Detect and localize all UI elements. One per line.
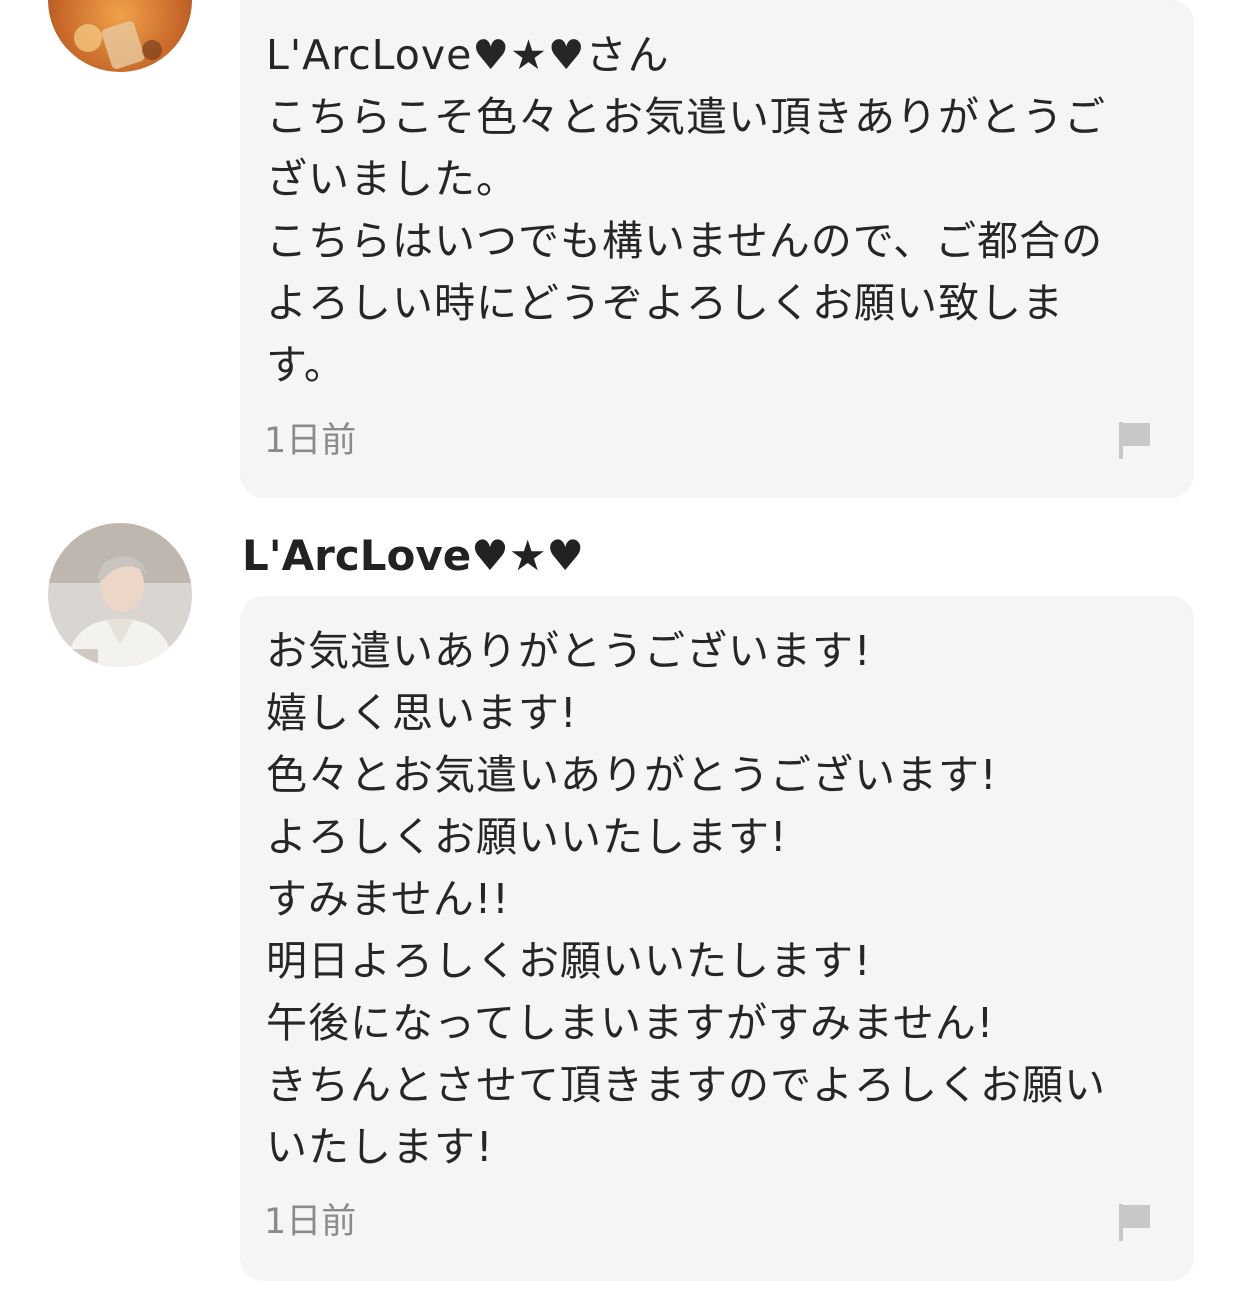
flag-icon[interactable] [1118,1202,1152,1242]
comment-line: す。 [266,341,346,389]
comment-line: よろしくお願いいたします! [266,813,788,861]
flag-icon[interactable] [1118,420,1152,460]
comment-line: よろしい時にどうぞよろしくお願い致しま [266,279,1064,327]
comment-line: 嬉しく思います! [266,689,578,737]
comment-text: お気遣いありがとうございます! 嬉しく思います! 色々とお気遣いありがとうござい… [266,620,1174,1178]
comment-line: こちらこそ色々とお気遣い頂きありがとうご [266,93,1106,141]
comment-line: L'ArcLove♥★♥さん [266,31,670,79]
comment-bubble: お気遣いありがとうございます! 嬉しく思います! 色々とお気遣いありがとうござい… [240,596,1194,1281]
comment-line: 色々とお気遣いありがとうございます! [266,751,998,799]
comment-line: ざいました。 [266,155,518,203]
comment-timestamp: 1日前 [264,1202,357,1242]
comment-line: こちらはいつでも構いませんので、ご都合の [266,217,1104,265]
comment-author[interactable]: L'ArcLove♥★♥ [242,528,584,584]
comment-timestamp: 1日前 [264,421,357,461]
comment-line: 明日よろしくお願いいたします! [266,937,872,985]
avatar[interactable] [48,0,192,72]
comment-line: いたします! [266,1123,494,1171]
comment-line: すみません!! [266,875,510,923]
comment-line: お気遣いありがとうございます! [266,627,872,675]
comment-line: 午後になってしまいますがすみません! [266,999,995,1047]
comment-bubble: L'ArcLove♥★♥さん こちらこそ色々とお気遣い頂きありがとうご ざいまし… [240,0,1194,498]
comment-line: きちんとさせて頂きますのでよろしくお願い [266,1061,1106,1109]
avatar[interactable] [48,523,192,667]
comment-text: L'ArcLove♥★♥さん こちらこそ色々とお気遣い頂きありがとうご ざいまし… [266,24,1174,396]
